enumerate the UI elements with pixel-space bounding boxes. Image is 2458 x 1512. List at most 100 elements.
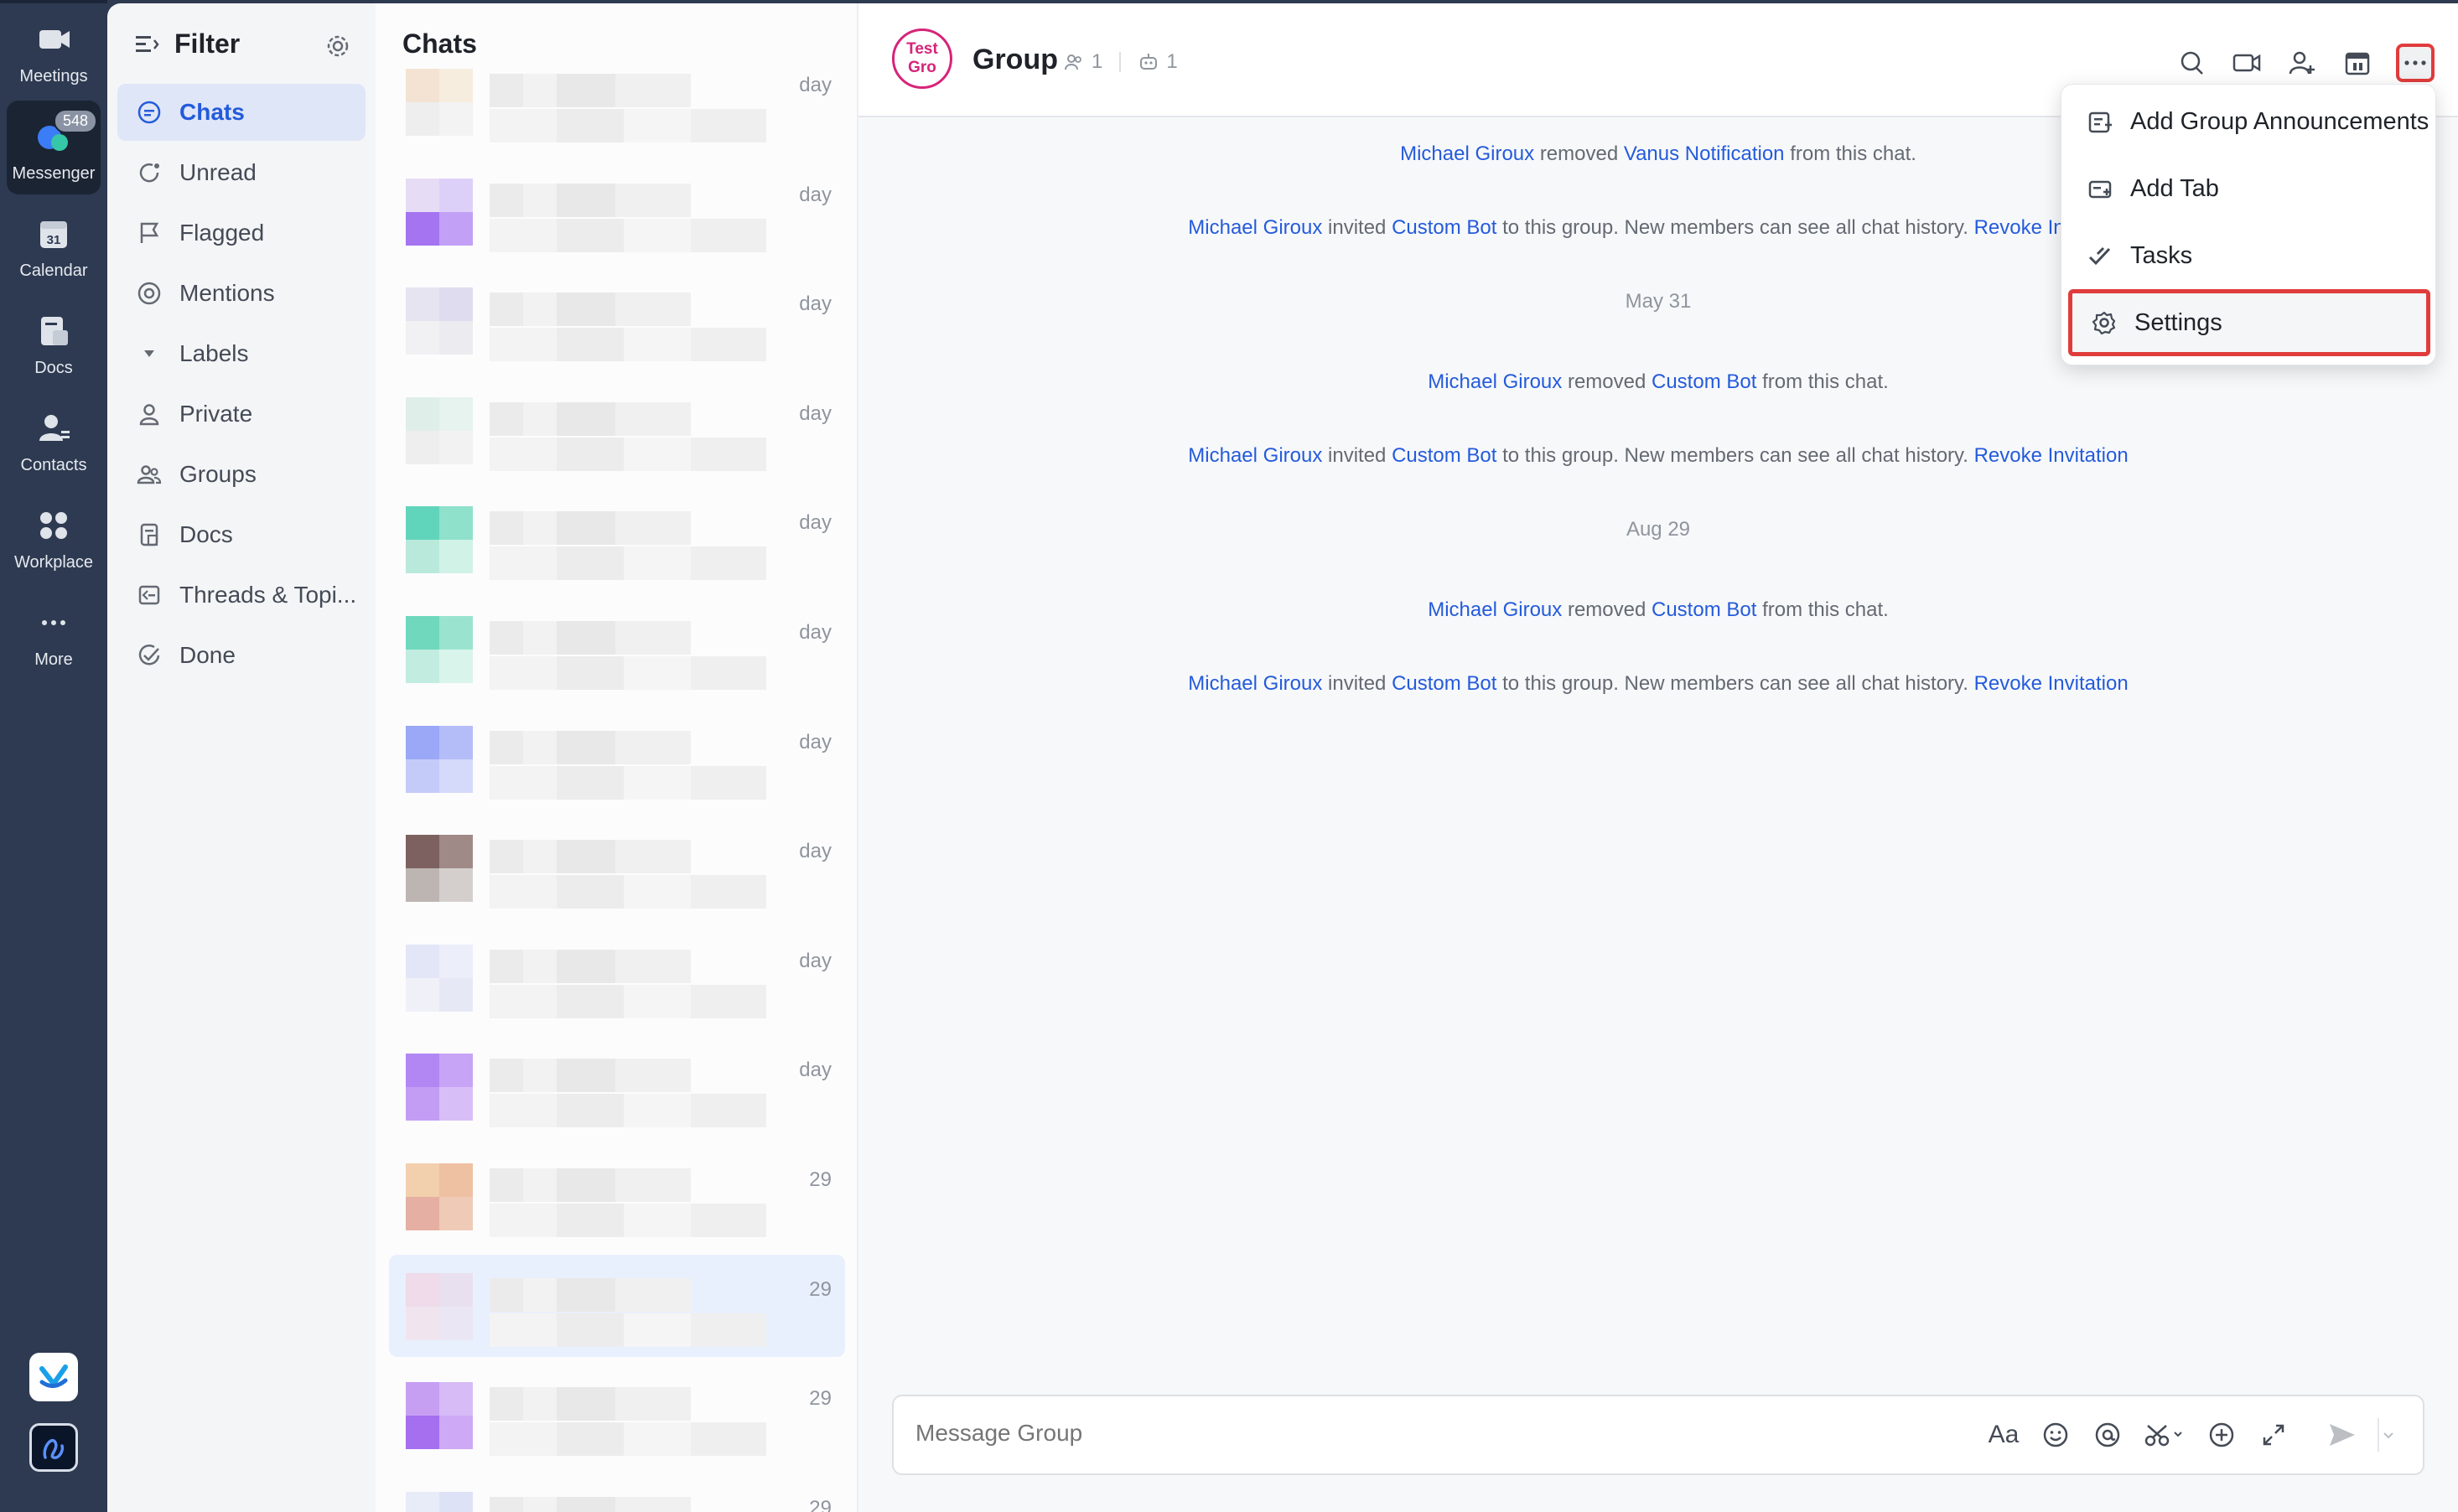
send-options-button[interactable]: [2378, 1418, 2398, 1452]
rail-more[interactable]: More: [0, 587, 107, 681]
menu-item-settings[interactable]: Settings: [2068, 289, 2430, 356]
chat-list-item[interactable]: 29: [389, 1254, 845, 1357]
chat-list-item[interactable]: day: [389, 160, 845, 262]
user-link[interactable]: Michael Giroux: [1188, 444, 1322, 467]
filter-item-mentions[interactable]: Mentions: [117, 265, 366, 322]
divider: [1119, 52, 1122, 72]
filter-settings-button[interactable]: [324, 32, 352, 60]
emoji-icon: [2043, 1422, 2068, 1447]
rail-calendar[interactable]: 31 Calendar: [0, 198, 107, 292]
chat-list-item[interactable]: 29: [389, 1473, 845, 1512]
chat-name-blurred: [490, 401, 691, 436]
chat-list-item[interactable]: 29: [389, 1145, 845, 1247]
search-button[interactable]: [2175, 46, 2208, 80]
rail-label: More: [34, 650, 73, 669]
calendar-button[interactable]: [2341, 46, 2374, 80]
add-member-button[interactable]: [2285, 46, 2319, 80]
chat-time: 29: [809, 1496, 832, 1512]
chat-name-blurred: [490, 293, 691, 327]
chat-time: day: [799, 621, 832, 644]
chat-title[interactable]: Group: [972, 44, 1058, 76]
chat-list-item[interactable]: day: [389, 598, 845, 700]
emoji-button[interactable]: [2039, 1418, 2072, 1452]
done-icon: [138, 645, 160, 665]
revoke-invitation-link[interactable]: Revoke Invitation: [1974, 672, 2129, 695]
search-icon: [2181, 51, 2203, 75]
chat-list-item[interactable]: day: [389, 50, 845, 153]
chat-list-item[interactable]: day: [389, 816, 845, 919]
video-call-button[interactable]: [2230, 46, 2264, 80]
mention-button[interactable]: [2091, 1418, 2124, 1452]
send-button[interactable]: [2326, 1418, 2359, 1452]
chat-list-item[interactable]: day: [389, 488, 845, 590]
filter-item-done[interactable]: Done: [117, 627, 366, 684]
text-format-icon: Aa: [1988, 1421, 2020, 1448]
chat-list-item[interactable]: day: [389, 379, 845, 481]
filter-item-groups[interactable]: Groups: [117, 446, 366, 503]
flag-icon: [140, 222, 159, 243]
composer-toolbar: Aa: [1987, 1418, 2398, 1452]
message-text: to this group. New members can see all c…: [1502, 672, 1968, 695]
chevron-down-icon: [2383, 1432, 2393, 1439]
menu-item-add-group-announcements[interactable]: Add Group Announcements: [2068, 88, 2430, 155]
rail-contacts[interactable]: Contacts: [0, 392, 107, 486]
more-options-button[interactable]: [2396, 44, 2435, 82]
filter-item-flagged[interactable]: Flagged: [117, 205, 366, 261]
message-text: from this chat.: [1762, 370, 1889, 393]
send-icon: [2330, 1424, 2355, 1446]
rail-label: Contacts: [20, 456, 87, 474]
caret-down-icon: [144, 350, 154, 357]
filter-item-unread[interactable]: Unread: [117, 144, 366, 201]
app-shortcut-icon[interactable]: [29, 1353, 78, 1401]
chat-time: day: [799, 730, 832, 753]
revoke-invitation-link[interactable]: Revoke Invitation: [1974, 444, 2129, 467]
menu-item-tasks[interactable]: Tasks: [2068, 222, 2430, 289]
menu-item-add-tab[interactable]: Add Tab: [2068, 155, 2430, 222]
user-link[interactable]: Vanus Notification: [1624, 142, 1785, 165]
at-icon: [2095, 1422, 2120, 1447]
group-meta: 1 1: [1063, 50, 1178, 74]
rail-messenger[interactable]: 548 Messenger: [7, 101, 101, 194]
chat-preview-blurred: [490, 765, 766, 800]
user-link[interactable]: Custom Bot: [1652, 370, 1756, 393]
chat-time: day: [799, 511, 832, 535]
user-link[interactable]: Michael Giroux: [1188, 672, 1322, 695]
filter-item-private[interactable]: Private: [117, 386, 366, 443]
add-attachment-button[interactable]: [2205, 1418, 2238, 1452]
filter-item-docs[interactable]: Docs: [117, 506, 366, 563]
gear-icon: [327, 35, 349, 57]
app-launcher-icon[interactable]: [29, 1423, 78, 1472]
user-link[interactable]: Custom Bot: [1392, 672, 1496, 695]
chat-list-item[interactable]: day: [389, 269, 845, 371]
rail-workplace[interactable]: Workplace: [0, 489, 107, 583]
chat-preview-blurred: [490, 1313, 766, 1347]
user-link[interactable]: Michael Giroux: [1428, 598, 1562, 621]
text-format-button[interactable]: Aa: [1987, 1418, 2020, 1452]
filter-item-labels[interactable]: Labels: [117, 325, 366, 382]
chat-name-blurred: [490, 511, 691, 546]
user-link[interactable]: Custom Bot: [1652, 598, 1756, 621]
user-link[interactable]: Custom Bot: [1392, 216, 1496, 239]
chat-list-item[interactable]: day: [389, 926, 845, 1028]
expand-editor-button[interactable]: [2257, 1418, 2290, 1452]
rail-meetings[interactable]: Meetings: [0, 3, 107, 97]
filter-panel: Filter Chats Unread Flagged Mentions Lab…: [107, 3, 376, 1512]
chat-name-blurred: [490, 1168, 691, 1202]
system-message: Michael Giroux invited Custom Bot to thi…: [858, 672, 2458, 696]
group-avatar[interactable]: Test Gro: [892, 28, 952, 89]
user-link[interactable]: Michael Giroux: [1428, 370, 1562, 393]
rail-docs[interactable]: Docs: [0, 295, 107, 389]
message-input[interactable]: [915, 1420, 1838, 1447]
chat-time: 29: [809, 1277, 832, 1301]
chat-list-item[interactable]: day: [389, 1035, 845, 1137]
chat-list-item[interactable]: day: [389, 707, 845, 810]
user-link[interactable]: Michael Giroux: [1188, 216, 1322, 239]
chat-list-item[interactable]: 29: [389, 1364, 845, 1466]
filter-item-threads[interactable]: Threads & Topi...: [117, 567, 366, 624]
filter-item-chats[interactable]: Chats: [117, 84, 366, 141]
filter-item-label: Labels: [179, 340, 249, 366]
screenshot-button[interactable]: [2143, 1418, 2186, 1452]
add-tab-icon: [2088, 180, 2112, 199]
user-link[interactable]: Michael Giroux: [1400, 142, 1534, 165]
user-link[interactable]: Custom Bot: [1392, 444, 1496, 467]
